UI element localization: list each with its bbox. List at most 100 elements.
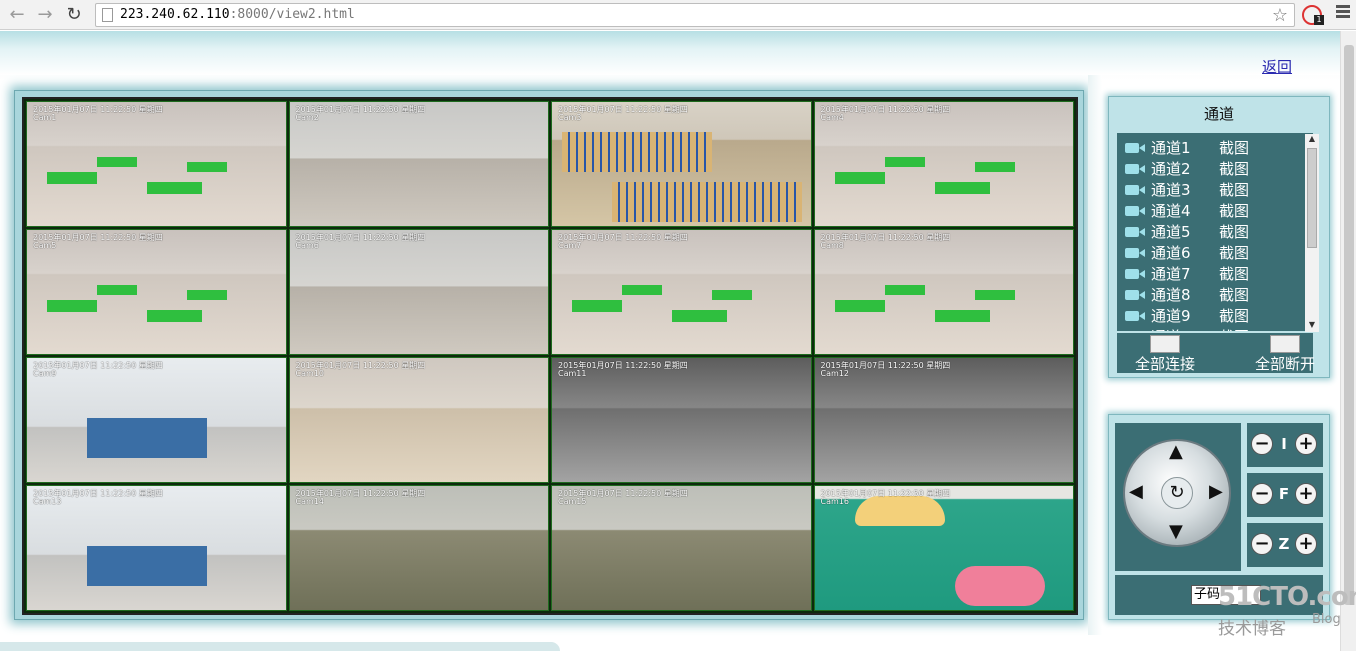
camera-view[interactable]: 2015年01月07日 11:22:50 星期四 Cam11	[551, 357, 812, 483]
camera-view[interactable]: 2015年01月07日 11:22:50 星期四 Cam13	[26, 485, 287, 611]
channel-label[interactable]: 通道3	[1151, 179, 1191, 200]
table-shape	[572, 300, 622, 312]
camera-view[interactable]: 2015年01月07日 11:22:50 星期四 Cam8	[813, 229, 1074, 355]
disconnect-all-button[interactable]: 全部断开	[1245, 333, 1325, 373]
table-shape	[187, 290, 227, 300]
bookmark-star-icon[interactable]: ☆	[1272, 5, 1288, 26]
table-shape	[834, 172, 885, 184]
focus-minus-icon[interactable]: −	[1251, 483, 1273, 505]
camera-icon	[1125, 206, 1139, 216]
table-shape	[622, 285, 662, 295]
camera-view[interactable]: 2015年01月07日 11:22:50 星期四 Cam1	[26, 101, 287, 227]
url-host: 223.240.62.110	[120, 7, 230, 22]
scroll-down-icon[interactable]: ▼	[1305, 320, 1319, 332]
camera-name: Cam16	[820, 497, 849, 506]
page-scrollbar-thumb[interactable]	[1344, 45, 1354, 605]
channel-list-scroll-thumb[interactable]	[1307, 148, 1317, 248]
ptz-ring[interactable]: ▲ ▼ ◀ ▶ ↻	[1123, 439, 1231, 547]
channel-item[interactable]: 通道10 截图	[1125, 326, 1305, 331]
camera-view[interactable]: 2015年01月07日 11:22:50 星期四 Cam3	[551, 101, 812, 227]
channel-label[interactable]: 通道9	[1151, 305, 1191, 326]
forward-arrow-icon[interactable]: →	[34, 4, 56, 26]
camera-view[interactable]: 2015年01月07日 11:22:50 星期四 Cam5	[26, 229, 287, 355]
camera-name: Cam5	[33, 241, 57, 250]
camera-view[interactable]: 2015年01月07日 11:22:50 星期四 Cam16	[813, 485, 1074, 611]
screenshot-link[interactable]: 截图	[1219, 137, 1249, 158]
screenshot-link[interactable]: 截图	[1219, 305, 1249, 326]
camera-view[interactable]: 2015年01月07日 11:22:50 星期四 Cam15	[551, 485, 812, 611]
zoom-minus-icon[interactable]: −	[1251, 533, 1273, 555]
screenshot-link[interactable]: 截图	[1219, 242, 1249, 263]
channel-item[interactable]: 通道9 截图	[1125, 305, 1305, 326]
channel-item[interactable]: 通道7 截图	[1125, 263, 1305, 284]
channel-label[interactable]: 通道5	[1151, 221, 1191, 242]
channel-item[interactable]: 通道2 截图	[1125, 158, 1305, 179]
table-shape	[47, 300, 97, 312]
camera-icon	[1125, 164, 1139, 174]
auto-rotate-icon[interactable]: ↻	[1161, 477, 1193, 509]
channel-list[interactable]: 通道1 截图 通道2 截图 通道3 截图 通道4 截图 通道5 截图 通道6 截图 通道7 截图 通道8 截图…	[1117, 133, 1313, 331]
screenshot-link[interactable]: 截图	[1219, 263, 1249, 284]
camera-icon	[1125, 227, 1139, 237]
camera-name: Cam9	[33, 369, 57, 378]
arrow-left-icon[interactable]: ◀	[1129, 481, 1143, 502]
scroll-up-icon[interactable]: ▲	[1305, 134, 1319, 146]
channel-item[interactable]: 通道4 截图	[1125, 200, 1305, 221]
back-arrow-icon[interactable]: ←	[6, 4, 28, 26]
screenshot-link[interactable]: 截图	[1219, 221, 1249, 242]
camera-view[interactable]: 2015年01月07日 11:22:50 星期四 Cam4	[813, 101, 1074, 227]
arrow-down-icon[interactable]: ▼	[1169, 521, 1183, 542]
channel-item[interactable]: 通道6 截图	[1125, 242, 1305, 263]
focus-plus-icon[interactable]: +	[1295, 483, 1317, 505]
channel-label[interactable]: 通道4	[1151, 200, 1191, 221]
disconnect-all-label: 全部断开	[1254, 355, 1315, 373]
zoom-plus-icon[interactable]: +	[1295, 533, 1317, 555]
table-shape	[974, 290, 1015, 300]
side-shade	[1088, 75, 1102, 635]
screenshot-link[interactable]: 截图	[1219, 284, 1249, 305]
camera-name: Cam13	[33, 497, 62, 506]
watermark: 51CTO.com 技术博客 Blog	[1218, 582, 1356, 639]
camera-view[interactable]: 2015年01月07日 11:22:50 星期四 Cam6	[288, 229, 549, 355]
channel-label[interactable]: 通道6	[1151, 242, 1191, 263]
channel-label[interactable]: 通道1	[1151, 137, 1191, 158]
camera-view[interactable]: 2015年01月07日 11:22:50 星期四 Cam9	[26, 357, 287, 483]
table-shape	[712, 290, 752, 300]
arrow-right-icon[interactable]: ▶	[1209, 481, 1223, 502]
back-link[interactable]: 返回	[1262, 56, 1292, 77]
camera-view[interactable]: 2015年01月07日 11:22:50 星期四 Cam14	[288, 485, 549, 611]
connect-all-button[interactable]: 全部连接	[1125, 333, 1205, 373]
channel-item[interactable]: 通道5 截图	[1125, 221, 1305, 242]
page-scrollbar[interactable]	[1340, 31, 1356, 651]
camera-view[interactable]: 2015年01月07日 11:22:50 星期四 Cam12	[813, 357, 1074, 483]
screenshot-link[interactable]: 截图	[1219, 158, 1249, 179]
screenshot-link[interactable]: 截图	[1219, 200, 1249, 221]
iris-minus-icon[interactable]: −	[1251, 433, 1273, 455]
table-shape	[47, 172, 97, 184]
url-text[interactable]: 223.240.62.110:8000/view2.html	[120, 7, 355, 22]
screenshot-link[interactable]: 截图	[1219, 326, 1249, 331]
screenshot-link[interactable]: 截图	[1219, 179, 1249, 200]
channel-label[interactable]: 通道2	[1151, 158, 1191, 179]
camera-icon	[1125, 311, 1139, 321]
camera-view[interactable]: 2015年01月07日 11:22:50 星期四 Cam2	[288, 101, 549, 227]
channel-label[interactable]: 通道10	[1151, 326, 1200, 331]
channel-item[interactable]: 通道8 截图	[1125, 284, 1305, 305]
channel-item[interactable]: 通道3 截图	[1125, 179, 1305, 200]
arrow-up-icon[interactable]: ▲	[1169, 441, 1183, 462]
table-shape	[147, 182, 202, 194]
table-shape	[934, 310, 990, 322]
camera-view[interactable]: 2015年01月07日 11:22:50 星期四 Cam7	[551, 229, 812, 355]
channel-list-scrollbar[interactable]: ▲ ▼	[1305, 134, 1319, 332]
address-bar[interactable]: 223.240.62.110:8000/view2.html ☆	[95, 3, 1295, 27]
focus-control: − F +	[1247, 473, 1323, 517]
channel-label[interactable]: 通道7	[1151, 263, 1191, 284]
reload-icon[interactable]: ↻	[63, 4, 85, 26]
menu-icon[interactable]	[1336, 5, 1350, 20]
channel-item[interactable]: 通道1 截图	[1125, 137, 1305, 158]
iris-control: − I +	[1247, 423, 1323, 467]
zoom-label: Z	[1278, 535, 1290, 553]
camera-view[interactable]: 2015年01月07日 11:22:50 星期四 Cam10	[288, 357, 549, 483]
channel-label[interactable]: 通道8	[1151, 284, 1191, 305]
iris-plus-icon[interactable]: +	[1295, 433, 1317, 455]
